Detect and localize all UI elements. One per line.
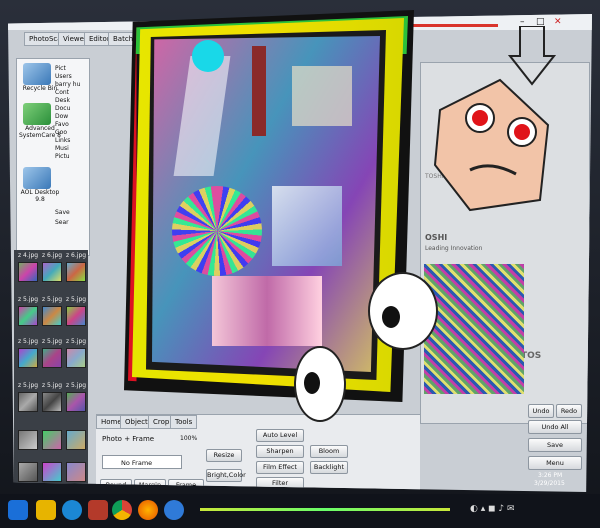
thumbnail[interactable] <box>18 392 38 412</box>
tree-item[interactable]: Favo <box>55 121 69 129</box>
app-icon[interactable] <box>88 500 108 520</box>
tree-item[interactable]: Cont <box>55 89 69 97</box>
tree-item[interactable]: Goo <box>55 129 67 137</box>
thumbnail[interactable] <box>66 348 86 368</box>
thumbnail[interactable] <box>18 430 38 450</box>
zoom-value: 100% <box>180 435 198 442</box>
thumbnail[interactable] <box>66 392 86 412</box>
thumbnail-label: z 6.jpg <box>42 252 63 259</box>
brand-text: TOS <box>521 351 542 361</box>
undo-button[interactable]: Undo <box>528 404 554 418</box>
bright-color-button[interactable]: Bright,Color <box>206 469 246 482</box>
preview-image <box>424 264 524 394</box>
tree-item[interactable]: Sear <box>55 219 69 227</box>
folder-tree[interactable]: Recycle Bin Advanced SystemCare 8 AOL De… <box>16 58 90 256</box>
tree-item[interactable]: Pictu <box>55 153 70 161</box>
menu-button[interactable]: Menu <box>528 456 582 470</box>
thumbnail[interactable] <box>66 462 86 482</box>
backlight-button[interactable]: Backlight <box>310 461 348 474</box>
thumbnail[interactable] <box>66 430 86 450</box>
tab-tools[interactable]: Tools <box>170 415 198 429</box>
chrome-icon[interactable] <box>112 500 132 520</box>
tree-item[interactable]: barry hu <box>55 81 80 89</box>
tree-item[interactable]: Save <box>55 209 70 217</box>
cyan-blob <box>192 40 224 72</box>
brand-text: OSHI <box>425 233 448 242</box>
taskbar: ◐ ▴ ◼ ♪ ✉ <box>0 494 600 528</box>
pupil <box>382 306 400 328</box>
art-burst <box>172 186 262 276</box>
thumbnail-label: z 6.jpg <box>66 252 87 259</box>
art-shard <box>272 186 342 266</box>
clock-date: 3/29/2015 <box>534 480 565 487</box>
thumbnail-label: z 5.jpg <box>42 296 63 303</box>
abstract-artwork <box>152 36 380 372</box>
resize-button[interactable]: Resize <box>206 449 242 462</box>
thumbnail-label: z 5.jpg <box>18 382 39 389</box>
down-arrow-icon <box>508 26 556 86</box>
thumbnail-label: z 5.jpg <box>42 382 63 389</box>
thumbnail-label: z 5.jpg <box>66 296 87 303</box>
brand-tagline: Leading Innovation <box>425 245 483 252</box>
thumbnail-label: z 5.jpg <box>66 382 87 389</box>
thumbnail-label: z 5.jpg <box>66 338 87 345</box>
thumbnail[interactable] <box>42 348 62 368</box>
tree-item[interactable]: Dow <box>55 113 68 121</box>
pupil <box>304 372 320 394</box>
thumbnail[interactable] <box>42 462 62 482</box>
tree-item[interactable]: Docu <box>55 105 70 113</box>
thumbnail[interactable] <box>18 262 38 282</box>
tree-item[interactable]: Pict <box>55 65 66 73</box>
undo-all-button[interactable]: Undo All <box>528 420 582 434</box>
editor-toolbar: Home Object Crop Tools Photo + Frame 100… <box>96 414 420 492</box>
auto-level-button[interactable]: Auto Level <box>256 429 304 442</box>
tree-item[interactable]: Desk <box>55 97 70 105</box>
thumbnail-label: z 5.jpg <box>42 338 63 345</box>
thumbnail[interactable] <box>18 348 38 368</box>
thumbnail[interactable] <box>42 262 62 282</box>
sharpen-button[interactable]: Sharpen <box>256 445 304 458</box>
thumbnail-label: z 4.jpg <box>18 252 39 259</box>
thumbnail-label: z 5.jpg <box>18 296 39 303</box>
recycle-bin-icon[interactable] <box>23 63 51 85</box>
thumbnail[interactable] <box>42 306 62 326</box>
thumbnail-grid[interactable]: z 4.jpg z 6.jpg z 6.jpg z 5.jpg z 5.jpg … <box>14 250 88 490</box>
thumbnail[interactable] <box>42 430 62 450</box>
film-effect-button[interactable]: Film Effect <box>256 461 304 474</box>
desktop-icon-label: AOL Desktop 9.8 <box>20 189 60 203</box>
windows-start-icon[interactable] <box>8 500 28 520</box>
aol-desktop-icon[interactable] <box>23 167 51 189</box>
thumbnail[interactable] <box>18 306 38 326</box>
red-stroke <box>408 24 498 27</box>
frame-select[interactable]: No Frame <box>102 455 182 469</box>
thumbnail[interactable] <box>66 306 86 326</box>
save-button[interactable]: Save <box>528 438 582 452</box>
firefox-icon[interactable] <box>138 500 158 520</box>
clock-time: 3:26 PM <box>538 472 563 479</box>
file-explorer-icon[interactable] <box>36 500 56 520</box>
cartoon-eye-right <box>368 272 438 350</box>
advanced-systemcare-icon[interactable] <box>23 103 51 125</box>
internet-explorer-icon[interactable] <box>164 500 184 520</box>
tree-item[interactable]: Users <box>55 73 72 81</box>
system-tray-icon[interactable]: ◐ ▴ ◼ ♪ ✉ <box>470 504 515 514</box>
photo-frame-label: Photo + Frame <box>102 435 155 443</box>
green-stroke <box>200 508 450 511</box>
redo-button[interactable]: Redo <box>556 404 582 418</box>
art-shard <box>212 276 322 346</box>
bloom-button[interactable]: Bloom <box>310 445 348 458</box>
thumbnail[interactable] <box>66 262 86 282</box>
tree-item[interactable]: Musi <box>55 145 69 153</box>
thumbnail[interactable] <box>42 392 62 412</box>
art-shard <box>292 66 352 126</box>
thumbnail[interactable] <box>18 462 38 482</box>
art-shard <box>173 56 231 176</box>
art-shard <box>252 46 266 136</box>
tree-item[interactable]: Links <box>55 137 70 145</box>
thumbnail-label: z 5.jpg <box>18 338 39 345</box>
cartoon-face-icon <box>433 78 550 212</box>
ccleaner-icon[interactable] <box>62 500 82 520</box>
cartoon-eye-left <box>294 346 346 422</box>
